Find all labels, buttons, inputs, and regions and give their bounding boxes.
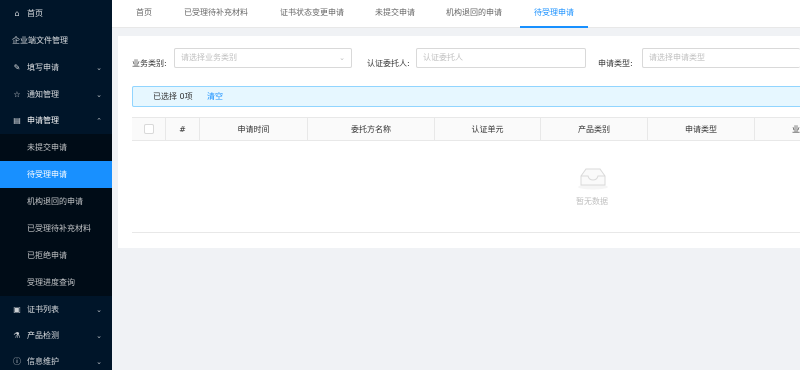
sidebar-item-label: 填写申请 (27, 63, 59, 72)
business-type-select[interactable]: 请选择业务类别 ⌄ (174, 48, 352, 68)
chevron-down-icon: ⌄ (96, 357, 102, 366)
submenu-item-returned[interactable]: 机构退回的申请 (0, 188, 112, 215)
column-header-business[interactable]: 业 (755, 118, 800, 141)
sidebar-item-enterprise-files[interactable]: 企业端文件管理 (0, 27, 112, 54)
apply-type-label: 申请类型: (598, 59, 633, 68)
list-icon: ▣ (13, 305, 21, 314)
client-input[interactable]: 认证委托人 (416, 48, 586, 68)
submenu-application-management: 未提交申请 待受理申请 机构退回的申请 已受理待补充材料 已拒绝申请 受理进度查… (0, 134, 112, 296)
file-icon: ▤ (13, 116, 21, 125)
column-header-cert-unit[interactable]: 认证单元 (435, 118, 541, 141)
sidebar-item-label: 信息维护 (27, 357, 59, 366)
chevron-down-icon: ⌄ (96, 90, 102, 99)
sidebar-item-home[interactable]: ⌂ 首页 (0, 0, 112, 27)
sidebar-item-label: 产品检测 (27, 331, 59, 340)
tab-cert-status-change[interactable]: 证书状态变更申请 (280, 0, 344, 28)
chevron-up-icon: ⌃ (96, 116, 102, 125)
business-type-placeholder: 请选择业务类别 (181, 53, 237, 62)
edit-icon: ✎ (13, 63, 21, 72)
column-header-apply-time[interactable]: 申请时间 (200, 118, 308, 141)
client-placeholder: 认证委托人 (423, 53, 463, 62)
client-label: 认证委托人: (367, 59, 410, 68)
submenu-item-label: 受理进度查询 (27, 278, 75, 287)
submenu-item-label: 未提交申请 (27, 143, 67, 152)
sidebar-item-product-testing[interactable]: ⚗ 产品检测 ⌄ (0, 322, 112, 349)
submenu-item-label: 机构退回的申请 (27, 197, 83, 206)
home-icon: ⌂ (14, 9, 20, 18)
chevron-down-icon: ⌄ (96, 305, 102, 314)
apply-type-placeholder: 请选择申请类型 (649, 53, 705, 62)
tab-home[interactable]: 首页 (136, 0, 152, 28)
clear-selection-link[interactable]: 清空 (207, 87, 223, 106)
tab-returned[interactable]: 机构退回的申请 (446, 0, 502, 28)
info-icon: ⓘ (13, 357, 21, 366)
sidebar-item-label: 首页 (27, 9, 43, 18)
empty-text: 暂无数据 (576, 197, 608, 206)
sidebar-item-label: 申请管理 (27, 116, 59, 125)
submenu-item-label: 待受理申请 (27, 170, 67, 179)
submenu-item-pending[interactable]: 待受理申请 (0, 161, 112, 188)
submenu-item-rejected[interactable]: 已拒绝申请 (0, 242, 112, 269)
column-header-index: # (166, 118, 200, 141)
chevron-down-icon: ⌄ (96, 63, 102, 72)
select-all-checkbox[interactable] (144, 124, 154, 134)
chevron-down-icon: ⌄ (96, 331, 102, 340)
sidebar-item-fill-application[interactable]: ✎ 填写申请 ⌄ (0, 54, 112, 81)
tab-pending[interactable]: 待受理申请 (520, 0, 588, 28)
apply-type-select[interactable]: 请选择申请类型 (642, 48, 800, 68)
sidebar-item-certificates[interactable]: ▣ 证书列表 ⌄ (0, 296, 112, 323)
sidebar-item-label: 证书列表 (27, 305, 59, 314)
submenu-item-accepted-supplement[interactable]: 已受理待补充材料 (0, 215, 112, 242)
select-all-cell (132, 118, 166, 141)
sidebar: ⌂ 首页 企业端文件管理 ✎ 填写申请 ⌄ ☆ 通知管理 ⌄ ▤ 申请管理 ⌃ … (0, 0, 112, 370)
tab-bar: 首页 已受理待补充材料 证书状态变更申请 未提交申请 机构退回的申请 待受理申请 (112, 0, 800, 28)
tab-unsubmitted[interactable]: 未提交申请 (375, 0, 415, 28)
sidebar-item-label: 企业端文件管理 (12, 36, 68, 45)
submenu-item-progress[interactable]: 受理进度查询 (0, 269, 112, 296)
sidebar-item-notifications[interactable]: ☆ 通知管理 ⌄ (0, 81, 112, 108)
column-header-apply-type[interactable]: 申请类型 (648, 118, 755, 141)
sidebar-item-application-management[interactable]: ▤ 申请管理 ⌃ (0, 107, 112, 134)
business-type-label: 业务类别: (132, 59, 167, 68)
table-body (132, 141, 800, 233)
column-header-client-name[interactable]: 委托方名称 (308, 118, 435, 141)
empty-inbox-icon (577, 166, 609, 192)
submenu-item-label: 已拒绝申请 (27, 251, 67, 260)
selection-alert: 已选择 0项 清空 (132, 86, 800, 107)
pin-icon: ☆ (13, 90, 21, 99)
column-header-product-category[interactable]: 产品类别 (541, 118, 648, 141)
flask-icon: ⚗ (13, 331, 21, 340)
submenu-item-label: 已受理待补充材料 (27, 224, 91, 233)
sidebar-item-label: 通知管理 (27, 90, 59, 99)
sidebar-item-info-maintenance[interactable]: ⓘ 信息维护 ⌄ (0, 348, 112, 370)
submenu-item-unsubmitted[interactable]: 未提交申请 (0, 134, 112, 161)
selected-count-text: 已选择 0项 (153, 92, 193, 101)
tab-accepted-supplement[interactable]: 已受理待补充材料 (184, 0, 248, 28)
chevron-down-icon: ⌄ (339, 54, 345, 62)
table-header: # 申请时间 委托方名称 认证单元 产品类别 申请类型 业 (132, 117, 800, 141)
